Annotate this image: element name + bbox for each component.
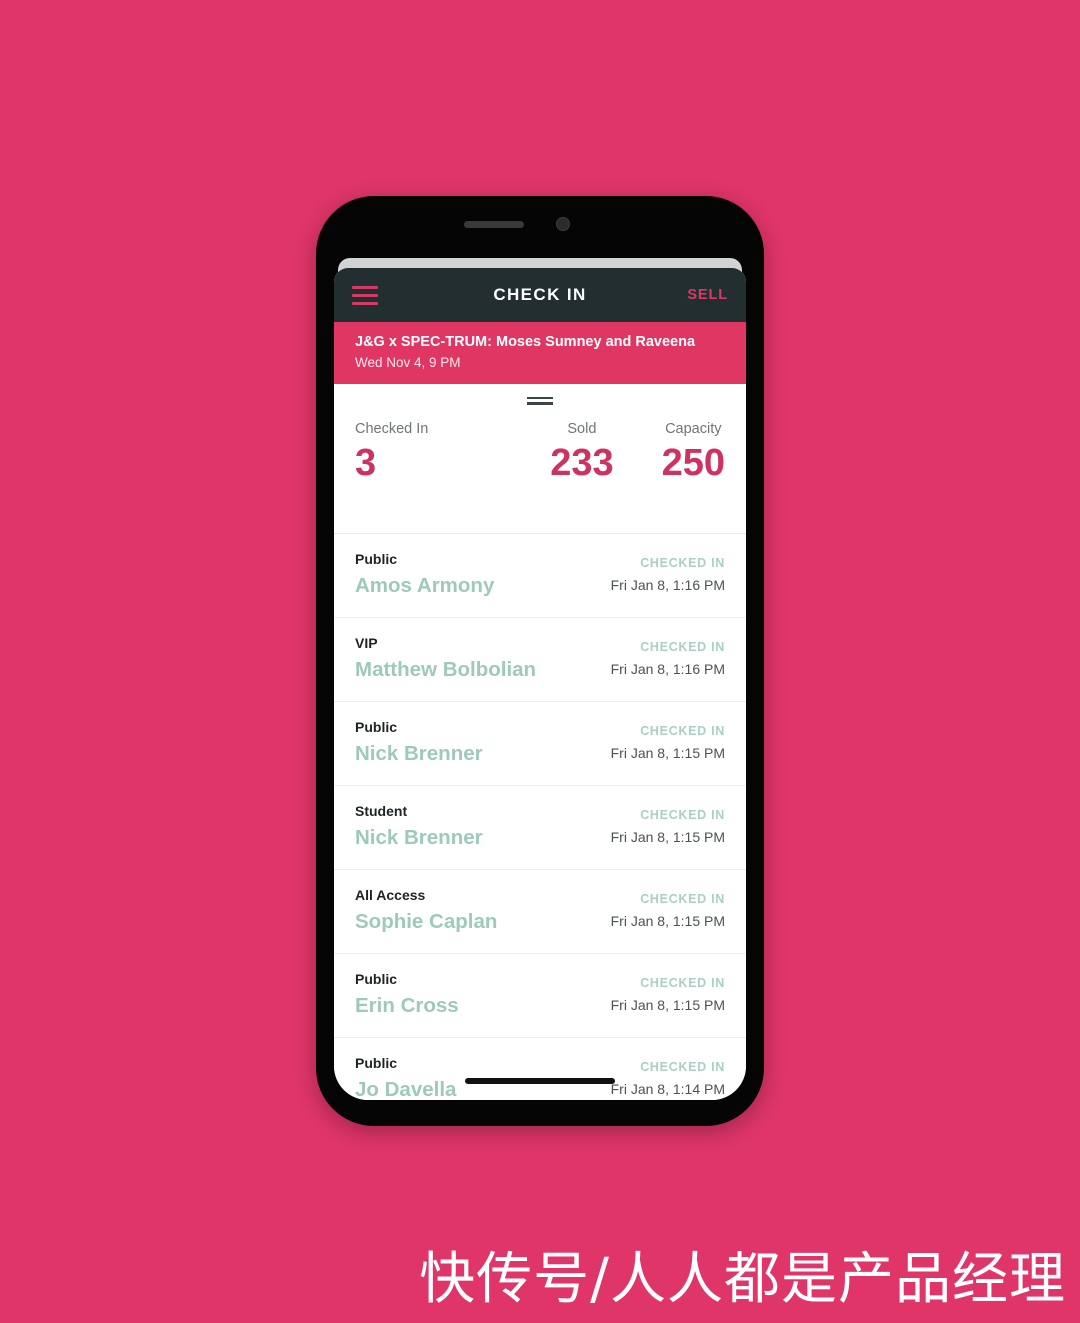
stat-checked-in-value: 3 [355,441,377,484]
attendee-name: Erin Cross [355,993,459,1017]
attendee-status: CHECKED IN Fri Jan 8, 1:15 PM [611,809,725,845]
attendee-info: Public Amos Armony [355,551,495,598]
stat-sold-label: Sold [567,420,597,437]
app-bar: CHECK IN SELL [334,268,746,322]
drag-handle-line-2 [527,402,553,405]
attendee-name: Sophie Caplan [355,909,498,933]
attendee-status: CHECKED IN Fri Jan 8, 1:14 PM [611,1061,725,1097]
stat-capacity-label: Capacity [665,420,722,437]
ticket-type: Public [355,971,398,988]
stat-checked-in-label: Checked In [355,420,429,437]
status-badge: CHECKED IN [640,892,725,907]
ticket-type: Student [355,803,408,820]
hamburger-menu-icon[interactable] [352,283,382,307]
ticket-type: All Access [355,887,426,904]
watermark: 快传号/人人都是产品经理 [419,1247,1066,1312]
attendee-status: CHECKED IN Fri Jan 8, 1:15 PM [611,725,725,761]
speaker-grille-icon [464,221,524,228]
checkin-time: Fri Jan 8, 1:15 PM [610,913,725,930]
checkin-time: Fri Jan 8, 1:16 PM [610,577,725,594]
menu-bar-2 [352,293,378,297]
page-title: CHECK IN [493,285,587,304]
checkin-time: Fri Jan 8, 1:15 PM [610,997,725,1014]
attendee-name: Nick Brenner [355,825,483,849]
stat-capacity-value: 250 [661,441,725,484]
attendee-row[interactable]: All Access Sophie Caplan CHECKED IN Fri Jan… [334,870,746,954]
event-datetime: Wed Nov 4, 9 PM [355,354,461,370]
attendee-status: CHECKED IN Fri Jan 8, 1:15 PM [611,893,725,929]
stats-panel: Checked In 3 Sold 233 Capacity 250 [334,383,746,534]
home-indicator[interactable] [465,1078,615,1084]
attendee-info: Public Jo Davella [355,1055,457,1100]
status-badge: CHECKED IN [640,724,725,739]
attendee-row[interactable]: VIP Matthew Bolbolian CHECKED IN Fri Jan 8,… [334,618,746,702]
stat-sold: Sold 233 [550,420,614,486]
status-badge: CHECKED IN [640,640,725,655]
phone-screen: CHECK IN SELL J&G x SPEC-TRUM: Moses Sum… [334,268,746,1100]
attendee-name: Matthew Bolbolian [355,657,537,681]
checkin-time: Fri Jan 8, 1:14 PM [610,1081,725,1098]
attendee-list: Public Amos Armony CHECKED IN Fri Jan 8, 1:… [334,533,746,1100]
attendee-row[interactable]: Public Nick Brenner CHECKED IN Fri Jan 8, 1… [334,702,746,786]
attendee-name: Nick Brenner [355,741,483,765]
ticket-type: Public [355,1055,398,1072]
attendee-info: All Access Sophie Caplan [355,887,498,934]
checkin-time: Fri Jan 8, 1:15 PM [610,745,725,762]
status-badge: CHECKED IN [640,556,725,571]
attendee-info: Public Erin Cross [355,971,459,1018]
attendee-info: VIP Matthew Bolbolian [355,635,537,682]
drag-handle-line-1 [527,396,553,400]
attendee-row[interactable]: Public Amos Armony CHECKED IN Fri Jan 8, 1:… [334,534,746,618]
attendee-info: Public Nick Brenner [355,719,483,766]
attendee-row[interactable]: Student Nick Brenner CHECKED IN Fri Jan 8, … [334,786,746,870]
ticket-type: VIP [355,635,378,652]
status-badge: CHECKED IN [640,976,725,991]
attendee-name: Amos Armony [355,573,495,597]
status-badge: CHECKED IN [640,1060,725,1075]
status-badge: CHECKED IN [640,808,725,823]
attendee-name: Jo Davella [355,1077,457,1100]
menu-bar-3 [352,301,378,305]
menu-bar-1 [352,285,378,289]
checkin-time: Fri Jan 8, 1:16 PM [610,661,725,678]
checkin-time: Fri Jan 8, 1:15 PM [610,829,725,846]
front-camera-icon [556,217,570,231]
attendee-info: Student Nick Brenner [355,803,483,850]
ticket-type: Public [355,551,398,568]
attendee-row[interactable]: Public Jo Davella CHECKED IN Fri Jan 8, 1:1… [334,1038,746,1100]
sell-button[interactable]: SELL [687,287,728,303]
attendee-status: CHECKED IN Fri Jan 8, 1:16 PM [611,557,725,593]
attendee-row[interactable]: Public Erin Cross CHECKED IN Fri Jan 8, 1:1… [334,954,746,1038]
stat-capacity: Capacity 250 [661,420,725,486]
attendee-status: CHECKED IN Fri Jan 8, 1:15 PM [611,977,725,1013]
stat-sold-value: 233 [550,441,614,484]
drag-handle-icon[interactable] [527,396,553,405]
stat-checked-in: Checked In 3 [355,420,429,486]
attendee-status: CHECKED IN Fri Jan 8, 1:16 PM [611,641,725,677]
event-banner[interactable]: J&G x SPEC-TRUM: Moses Sumney and Raveen… [334,322,746,384]
ticket-type: Public [355,719,398,736]
event-title: J&G x SPEC-TRUM: Moses Sumney and Raveen… [355,334,696,350]
phone-device: CHECK IN SELL J&G x SPEC-TRUM: Moses Sum… [316,196,764,1126]
